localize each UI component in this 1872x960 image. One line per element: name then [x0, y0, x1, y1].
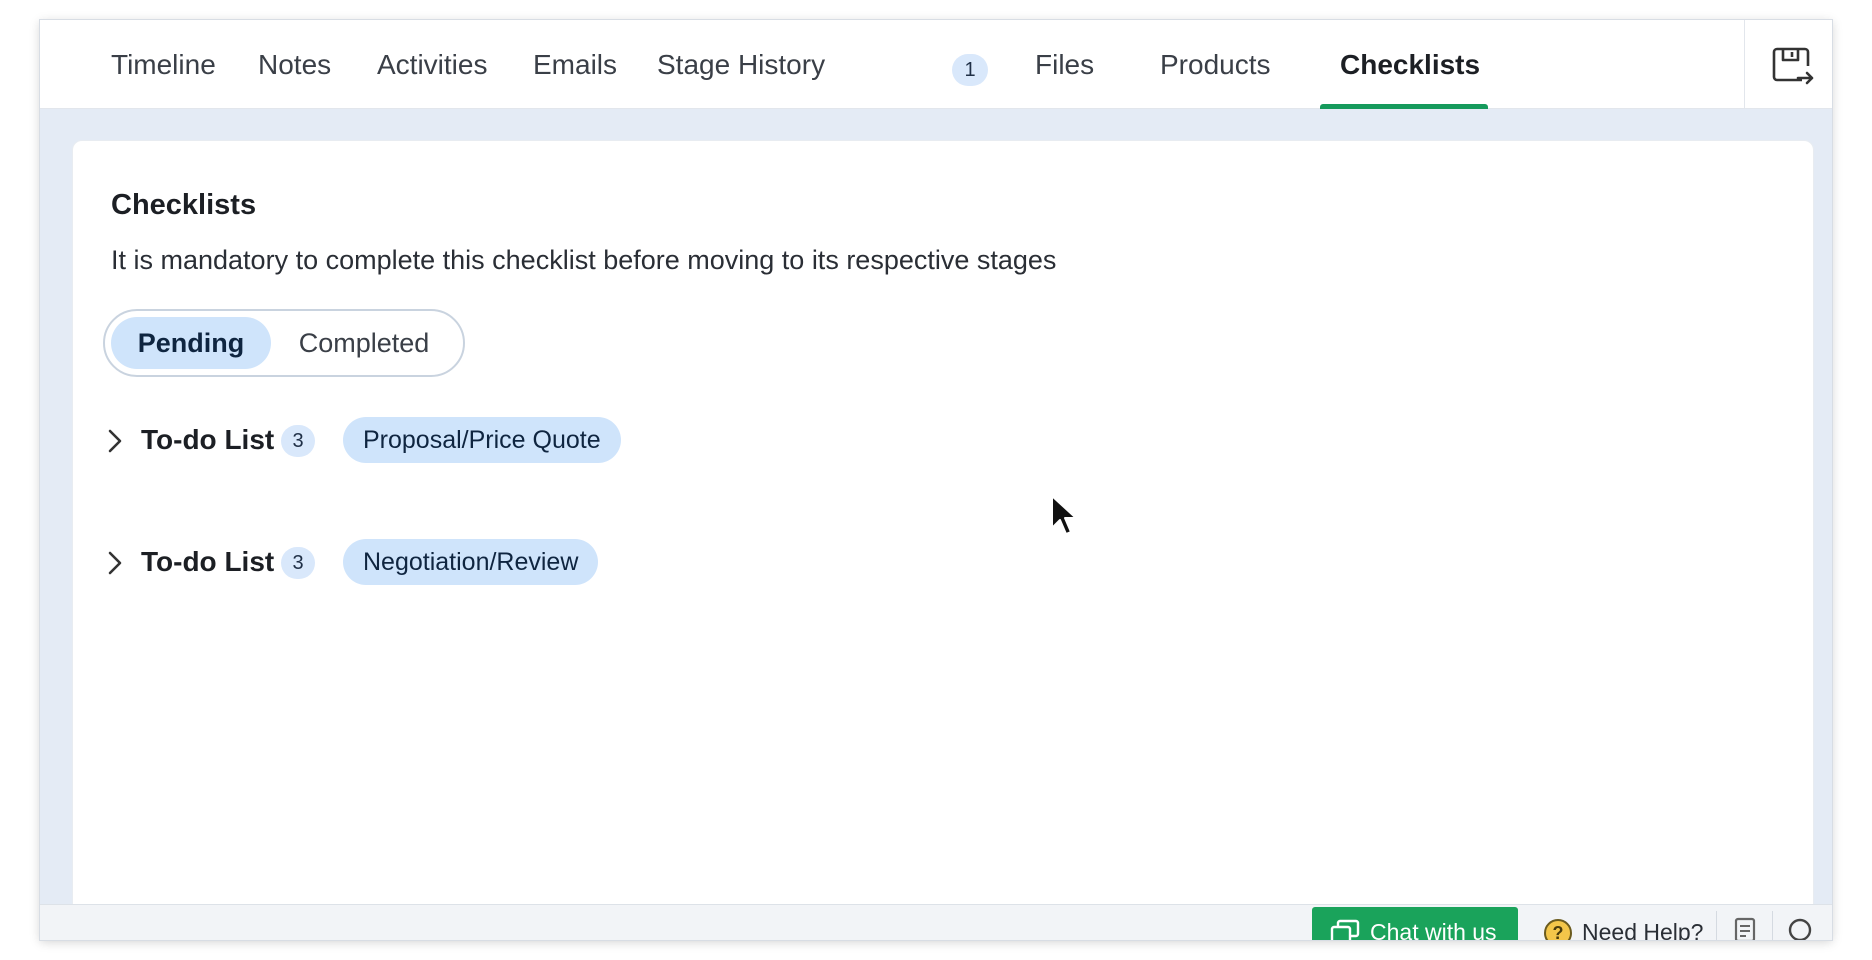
- tab-activities[interactable]: Activities: [377, 20, 487, 109]
- export-icon[interactable]: [1772, 46, 1814, 86]
- status-filter-toggle: Pending Completed: [103, 309, 465, 377]
- card-title: Checklists: [111, 189, 257, 221]
- checklist-title[interactable]: To-do List: [141, 417, 274, 463]
- search-icon[interactable]: [1786, 915, 1816, 940]
- tab-notes[interactable]: Notes: [258, 20, 331, 109]
- chevron-right-icon[interactable]: [103, 549, 127, 577]
- help-icon: ?: [1544, 919, 1572, 940]
- bottom-bar-divider: [1772, 911, 1773, 940]
- tab-bar-divider: [1744, 20, 1745, 109]
- filter-pending-button[interactable]: Pending: [111, 317, 271, 369]
- chat-with-us-button[interactable]: Chat with us: [1312, 907, 1518, 940]
- tab-timeline[interactable]: Timeline: [111, 20, 216, 109]
- tab-bar: Timeline Notes Activities Emails Stage H…: [40, 20, 1832, 109]
- bottom-bar: Chat with us ? Need Help?: [40, 904, 1832, 940]
- chat-label: Chat with us: [1370, 919, 1497, 940]
- tab-files[interactable]: Files: [1035, 20, 1094, 109]
- tab-stage-history[interactable]: Stage History: [657, 20, 825, 109]
- filter-completed-button[interactable]: Completed: [279, 317, 449, 369]
- tab-products[interactable]: Products: [1160, 20, 1271, 109]
- checklist-count-badge: 3: [281, 547, 315, 579]
- app-window: Timeline Notes Activities Emails Stage H…: [40, 20, 1832, 940]
- notes-icon[interactable]: [1730, 915, 1760, 940]
- checklist-title[interactable]: To-do List: [141, 539, 274, 585]
- stage-history-count-badge: 1: [952, 54, 988, 86]
- bottom-bar-divider: [1716, 911, 1717, 940]
- tab-checklists[interactable]: Checklists: [1340, 20, 1480, 109]
- stage-chip: Negotiation/Review: [343, 539, 599, 585]
- need-help-button[interactable]: ? Need Help?: [1526, 907, 1706, 940]
- stage-chip: Proposal/Price Quote: [343, 417, 621, 463]
- card-subtitle: It is mandatory to complete this checkli…: [111, 245, 1057, 275]
- active-tab-indicator: [1320, 104, 1488, 109]
- checklist-row: To-do List 3 Proposal/Price Quote: [103, 417, 803, 463]
- checklists-card: Checklists It is mandatory to complete t…: [72, 140, 1814, 940]
- chevron-right-icon[interactable]: [103, 427, 127, 455]
- checklist-count-badge: 3: [281, 425, 315, 457]
- chat-icon: [1330, 919, 1360, 940]
- checklist-row: To-do List 3 Negotiation/Review: [103, 539, 803, 585]
- help-label: Need Help?: [1582, 919, 1704, 940]
- tab-emails[interactable]: Emails: [533, 20, 617, 109]
